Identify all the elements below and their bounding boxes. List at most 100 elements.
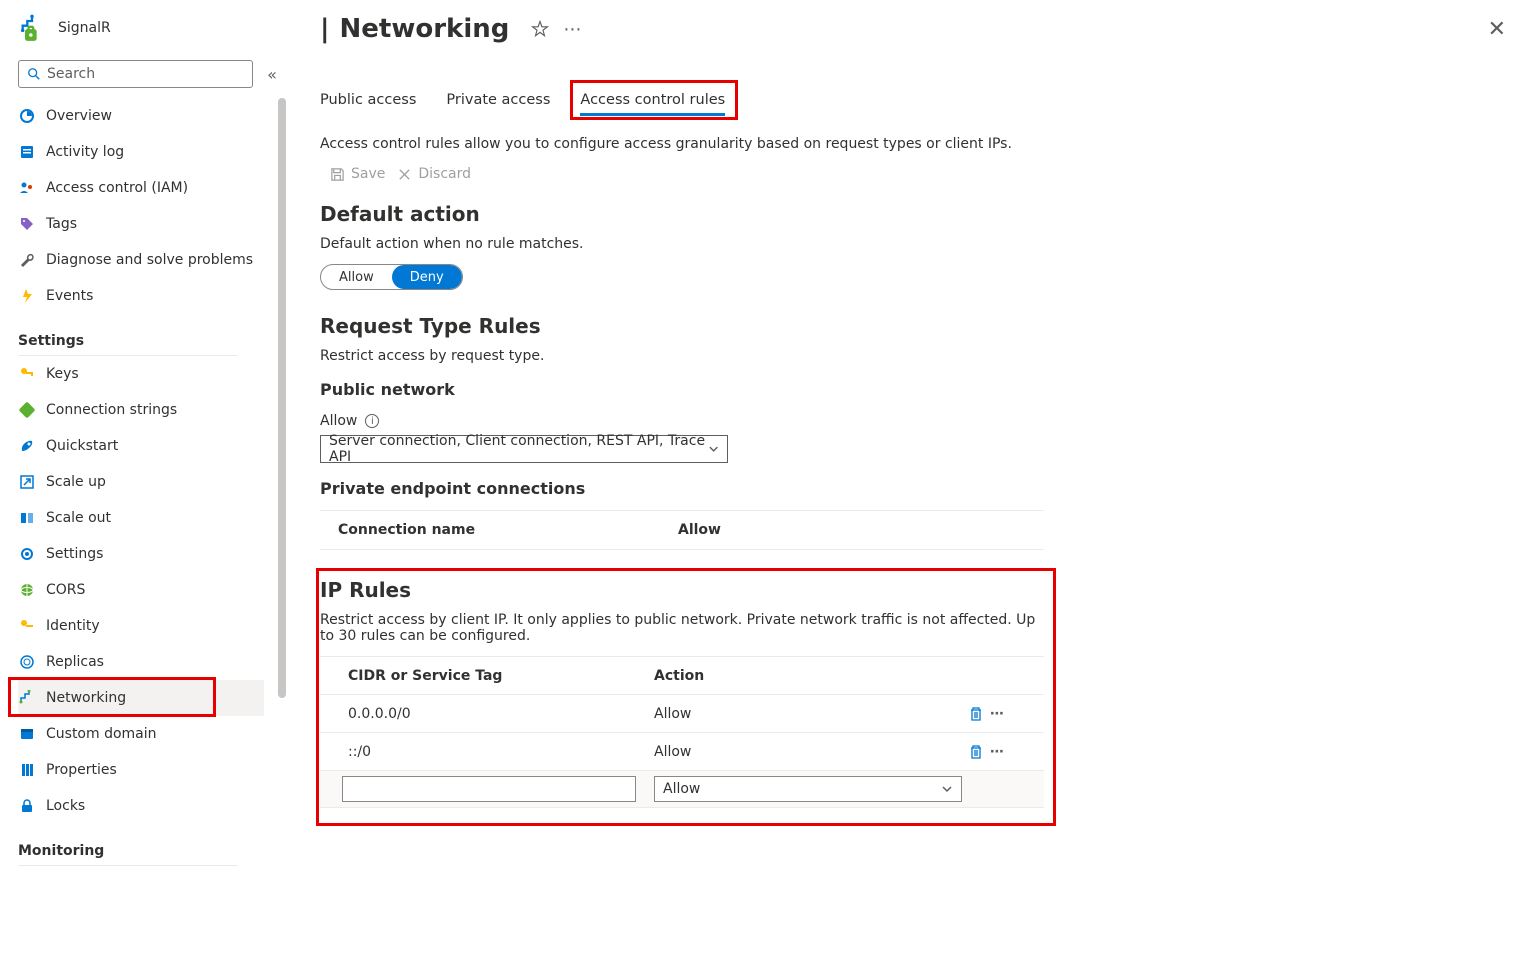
tab-access-control-rules[interactable]: Access control rules	[580, 86, 725, 114]
nav-label: Access control (IAM)	[46, 180, 188, 196]
sidebar-item-properties[interactable]: Properties	[18, 752, 264, 788]
allow-label: Allow	[320, 413, 357, 429]
command-bar: Save Discard	[320, 166, 1506, 182]
sidebar-item-diagnose[interactable]: Diagnose and solve problems	[18, 242, 264, 278]
sidebar-item-activity-log[interactable]: Activity log	[18, 134, 264, 170]
delete-icon[interactable]	[968, 706, 984, 722]
default-action-desc: Default action when no rule matches.	[320, 236, 1506, 252]
signalr-icon	[18, 14, 46, 42]
ip-rule-cidr: ::/0	[320, 744, 654, 760]
pe-column-connection-name: Connection name	[320, 522, 678, 538]
search-input[interactable]: Search	[18, 60, 253, 88]
nav-label: Identity	[46, 618, 100, 634]
sidebar-nav: Overview Activity log Access control (IA…	[18, 98, 290, 866]
sidebar-item-quickstart[interactable]: Quickstart	[18, 428, 264, 464]
domain-icon	[19, 726, 35, 742]
activity-log-icon	[19, 144, 35, 160]
scale-up-icon	[19, 474, 35, 490]
sidebar-group-settings: Settings	[18, 326, 238, 356]
row-more-icon[interactable]: ⋯	[990, 706, 1005, 722]
overview-icon	[19, 108, 35, 124]
private-endpoint-heading: Private endpoint connections	[320, 479, 1506, 498]
save-button[interactable]: Save	[330, 166, 385, 182]
sidebar-item-connection-strings[interactable]: Connection strings	[18, 392, 264, 428]
delete-icon[interactable]	[968, 744, 984, 760]
ip-rule-action: Allow	[654, 706, 968, 722]
ip-rule-new-row: Allow	[320, 770, 1044, 808]
info-icon[interactable]: i	[365, 414, 379, 428]
ip-rules-heading: IP Rules	[320, 578, 1506, 602]
public-network-heading: Public network	[320, 380, 1506, 399]
sidebar-item-cors[interactable]: CORS	[18, 572, 264, 608]
page-title: | Networking	[320, 14, 509, 44]
tab-description: Access control rules allow you to config…	[320, 136, 1506, 152]
sidebar-item-identity[interactable]: Identity	[18, 608, 264, 644]
nav-label: Overview	[46, 108, 112, 124]
sidebar: SignalR Search « Overview	[0, 0, 290, 977]
resource-name: SignalR	[58, 20, 111, 36]
row-more-icon[interactable]: ⋯	[990, 744, 1005, 760]
sidebar-item-scale-up[interactable]: Scale up	[18, 464, 264, 500]
toggle-deny[interactable]: Deny	[392, 265, 462, 289]
sidebar-item-scale-out[interactable]: Scale out	[18, 500, 264, 536]
new-cidr-input[interactable]	[342, 776, 636, 802]
ip-column-cidr: CIDR or Service Tag	[320, 668, 654, 684]
sidebar-scrollbar[interactable]	[278, 98, 286, 698]
gear-icon	[19, 546, 35, 562]
ip-rule-row: 0.0.0.0/0 Allow ⋯	[320, 694, 1044, 732]
close-button[interactable]: ✕	[1488, 17, 1506, 42]
tab-public-access[interactable]: Public access	[320, 86, 416, 114]
identity-icon	[19, 618, 35, 634]
resource-brand: SignalR	[18, 14, 290, 42]
pe-column-allow: Allow	[678, 522, 721, 538]
default-action-heading: Default action	[320, 202, 1506, 226]
tab-bar: Public access Private access Access cont…	[320, 86, 1506, 114]
quickstart-icon	[19, 438, 35, 454]
sidebar-item-settings[interactable]: Settings	[18, 536, 264, 572]
sidebar-item-replicas[interactable]: Replicas	[18, 644, 264, 680]
sidebar-item-tags[interactable]: Tags	[18, 206, 264, 242]
ip-column-action: Action	[654, 668, 968, 684]
sidebar-item-locks[interactable]: Locks	[18, 788, 264, 824]
select-value: Server connection, Client connection, RE…	[329, 433, 708, 465]
wrench-icon	[19, 252, 35, 268]
chevron-down-icon	[941, 783, 953, 795]
sidebar-item-access-control[interactable]: Access control (IAM)	[18, 170, 264, 206]
discard-icon	[397, 167, 412, 182]
tag-icon	[19, 216, 35, 232]
nav-label: Settings	[46, 546, 103, 562]
sidebar-item-keys[interactable]: Keys	[18, 356, 264, 392]
ip-rules-desc: Restrict access by client IP. It only ap…	[320, 612, 1040, 644]
sidebar-item-custom-domain[interactable]: Custom domain	[18, 716, 264, 752]
request-types-select[interactable]: Server connection, Client connection, RE…	[320, 435, 728, 463]
nav-label: CORS	[46, 582, 85, 598]
collapse-sidebar-icon[interactable]: «	[263, 65, 281, 84]
connection-icon	[19, 402, 35, 418]
discard-button[interactable]: Discard	[397, 166, 471, 182]
cors-icon	[19, 582, 35, 598]
ip-rule-cidr: 0.0.0.0/0	[320, 706, 654, 722]
nav-label: Replicas	[46, 654, 104, 670]
nav-label: Tags	[46, 216, 77, 232]
replicas-icon	[19, 654, 35, 670]
events-icon	[19, 288, 35, 304]
more-icon[interactable]: ⋯	[563, 19, 581, 40]
key-icon	[19, 366, 35, 382]
request-type-rules-desc: Restrict access by request type.	[320, 348, 1506, 364]
default-action-toggle[interactable]: Allow Deny	[320, 264, 463, 290]
nav-label: Diagnose and solve problems	[46, 252, 253, 268]
lock-icon	[19, 798, 35, 814]
sidebar-item-overview[interactable]: Overview	[18, 98, 264, 134]
favorite-star-icon[interactable]	[531, 20, 549, 38]
new-action-select[interactable]: Allow	[654, 776, 962, 802]
search-placeholder: Search	[47, 66, 95, 82]
nav-label: Custom domain	[46, 726, 157, 742]
nav-label: Keys	[46, 366, 79, 382]
tab-private-access[interactable]: Private access	[446, 86, 550, 114]
people-icon	[19, 180, 35, 196]
nav-label: Scale up	[46, 474, 106, 490]
toggle-allow[interactable]: Allow	[321, 265, 392, 289]
sidebar-item-networking[interactable]: Networking	[18, 680, 264, 716]
sidebar-item-events[interactable]: Events	[18, 278, 264, 314]
ip-rules-table: CIDR or Service Tag Action 0.0.0.0/0 All…	[320, 656, 1044, 808]
